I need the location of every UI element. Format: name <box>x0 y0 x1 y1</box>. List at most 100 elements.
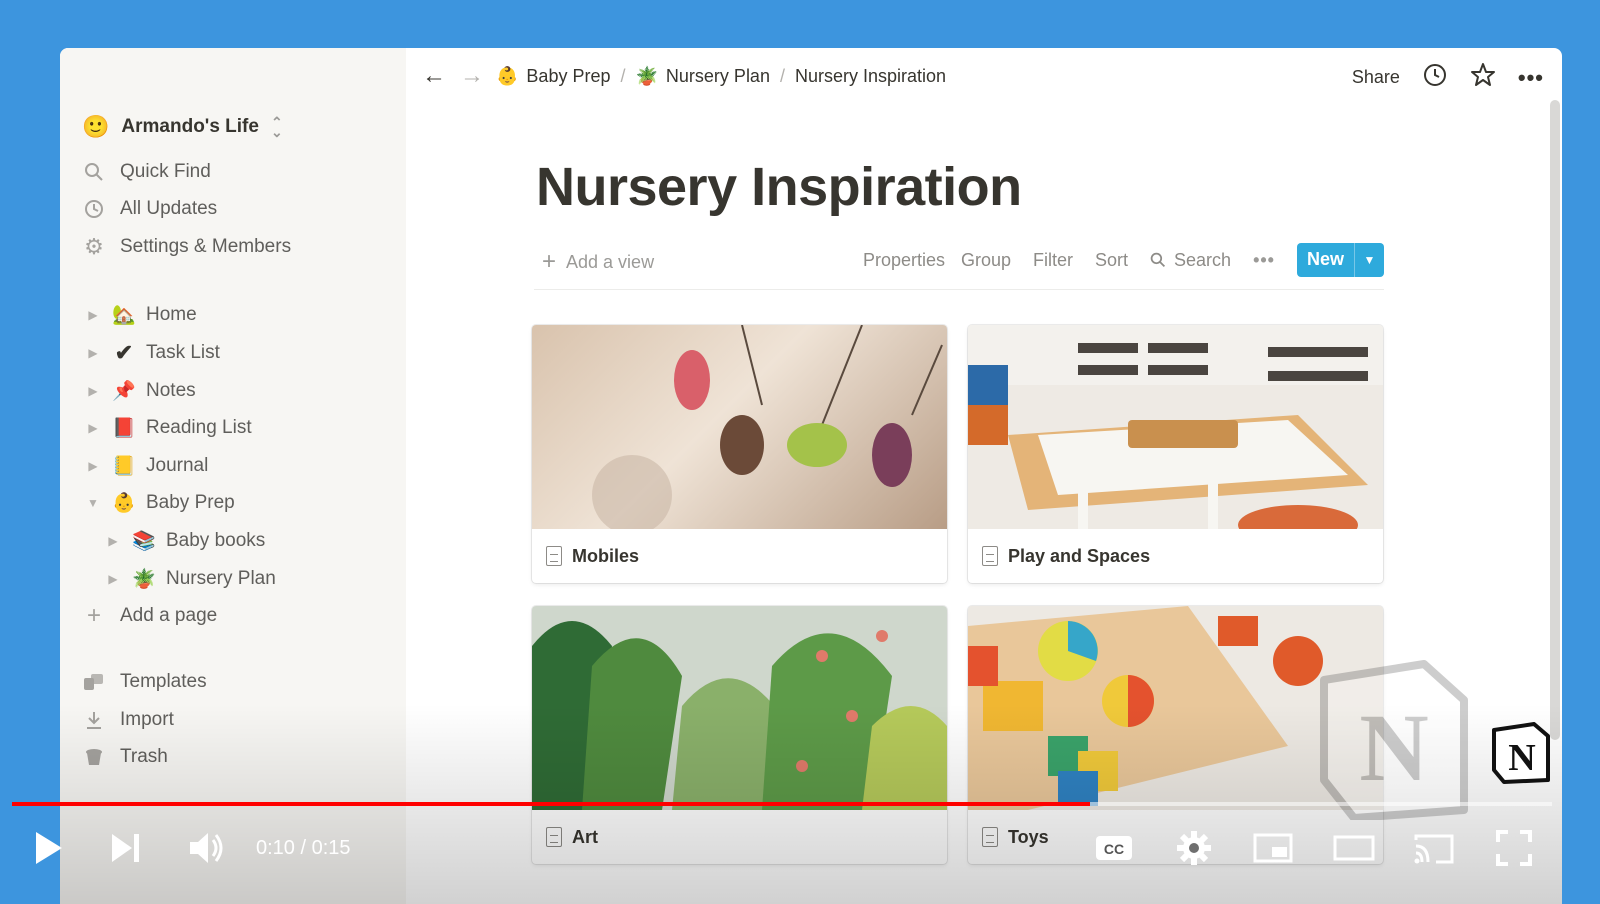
play-spaces-cover-image <box>968 325 1383 529</box>
history-icon[interactable] <box>1422 62 1448 93</box>
sidebar-item-settings[interactable]: ⚙ Settings & Members <box>82 232 291 262</box>
breadcrumb-separator: / <box>620 65 626 86</box>
sidebar-page-home[interactable]: ▶ 🏡 Home <box>86 300 196 330</box>
miniplayer-button[interactable] <box>1252 828 1294 868</box>
expand-arrow-icon[interactable]: ▶ <box>86 308 100 322</box>
sidebar-item-label: Trash <box>120 746 168 767</box>
breadcrumb-item-baby-prep[interactable]: 👶 Baby Prep <box>496 66 610 87</box>
pushpin-icon: 📌 <box>112 381 136 402</box>
expand-arrow-icon[interactable]: ▶ <box>86 459 100 473</box>
potted-plant-icon: 🪴 <box>635 65 658 86</box>
card-caption: Play and Spaces <box>968 529 1383 583</box>
sidebar-page-notes[interactable]: ▶ 📌 Notes <box>86 376 196 406</box>
sidebar-item-label: All Updates <box>120 198 218 219</box>
expand-arrow-icon[interactable]: ▶ <box>86 421 100 435</box>
expand-arrow-icon[interactable]: ▶ <box>106 572 120 586</box>
back-arrow-icon[interactable]: ← <box>420 62 448 90</box>
topbar: ← → 👶 Baby Prep / 🪴 Nursery Plan / Nurse… <box>406 48 1562 102</box>
add-page-label: Add a page <box>120 605 218 626</box>
settings-button[interactable] <box>1174 828 1214 868</box>
gallery-card-mobiles[interactable]: Mobiles <box>532 325 947 583</box>
star-icon[interactable] <box>1470 62 1496 93</box>
gear-icon: ⚙ <box>84 234 104 259</box>
add-page-button[interactable]: + Add a page <box>82 601 217 631</box>
topbar-actions: Share ••• <box>1352 62 1544 93</box>
filter-button[interactable]: Filter <box>1033 250 1073 271</box>
volume-icon <box>190 833 223 863</box>
video-progress-bar[interactable] <box>12 802 1552 806</box>
cast-icon <box>1414 834 1454 864</box>
gallery-card-play-and-spaces[interactable]: Play and Spaces <box>968 325 1383 583</box>
cast-button[interactable] <box>1412 828 1456 868</box>
expand-arrow-icon[interactable]: ▶ <box>106 534 120 548</box>
video-progress-played <box>12 802 1090 806</box>
sidebar-page-nursery-plan[interactable]: ▶ 🪴 Nursery Plan <box>106 564 276 594</box>
sidebar-page-task-list[interactable]: ▶ ✔ Task List <box>86 338 220 368</box>
sidebar-page-label: Baby books <box>166 530 266 551</box>
gear-icon <box>1177 831 1211 865</box>
sidebar-item-label: Settings & Members <box>120 236 292 257</box>
sidebar-page-baby-prep[interactable]: ▼ 👶 Baby Prep <box>86 488 235 518</box>
volume-button[interactable] <box>186 828 226 868</box>
checkmark-icon: ✔ <box>114 340 134 365</box>
sidebar-page-reading-list[interactable]: ▶ 📕 Reading List <box>86 413 252 443</box>
sidebar-page-baby-books[interactable]: ▶ 📚 Baby books <box>106 526 265 556</box>
play-button[interactable] <box>30 828 66 868</box>
view-toolbar: Properties Group Filter Sort Search ••• … <box>863 243 1384 277</box>
sidebar-item-trash[interactable]: Trash <box>82 742 168 772</box>
more-options-icon[interactable]: ••• <box>1518 65 1544 91</box>
sidebar-item-all-updates[interactable]: All Updates <box>82 194 217 224</box>
next-button[interactable] <box>108 828 144 868</box>
chevron-updown-icon: ⌃ ⌄ <box>270 114 283 140</box>
theater-icon <box>1333 835 1375 861</box>
forward-arrow-icon[interactable]: → <box>458 62 486 90</box>
card-caption: Mobiles <box>532 529 947 583</box>
sidebar-page-label: Task List <box>146 342 220 363</box>
workspace-switcher[interactable]: 🙂 Armando's Life ⌃ ⌄ <box>82 114 283 140</box>
sort-button[interactable]: Sort <box>1095 250 1128 271</box>
page-icon <box>982 546 998 566</box>
import-icon <box>82 708 106 732</box>
art-cover-image <box>532 606 947 810</box>
theater-mode-button[interactable] <box>1332 828 1376 868</box>
skip-next-icon <box>112 834 139 862</box>
sidebar-page-label: Nursery Plan <box>166 568 276 589</box>
sidebar-page-label: Baby Prep <box>146 492 235 513</box>
breadcrumb-label: Nursery Plan <box>665 65 770 86</box>
captions-button[interactable]: CC <box>1094 828 1134 868</box>
collapse-arrow-icon[interactable]: ▼ <box>86 496 100 510</box>
breadcrumb-item-nursery-plan[interactable]: 🪴 Nursery Plan <box>636 66 770 87</box>
scrollbar[interactable] <box>1550 100 1560 740</box>
sidebar-page-label: Reading List <box>146 417 252 438</box>
breadcrumb-item-nursery-inspiration[interactable]: Nursery Inspiration <box>795 66 946 87</box>
svg-text:CC: CC <box>1104 841 1124 857</box>
share-button[interactable]: Share <box>1352 67 1400 88</box>
database-view-bar: + Add a view Properties Group Filter Sor… <box>534 240 1384 290</box>
sidebar-item-quick-find[interactable]: Quick Find <box>82 157 211 187</box>
sidebar-item-label: Import <box>120 709 174 730</box>
house-icon: 🏡 <box>112 305 136 326</box>
chevron-down-icon[interactable]: ▼ <box>1354 243 1384 277</box>
expand-arrow-icon[interactable]: ▶ <box>86 384 100 398</box>
search-icon <box>1150 252 1166 268</box>
notebook-icon: 📒 <box>112 456 136 477</box>
sidebar-item-label: Quick Find <box>120 161 211 182</box>
more-options-icon[interactable]: ••• <box>1253 250 1275 271</box>
sidebar-item-import[interactable]: Import <box>82 705 174 735</box>
add-view-button[interactable]: + Add a view <box>542 248 654 276</box>
breadcrumb-label: Baby Prep <box>526 65 611 86</box>
properties-button[interactable]: Properties <box>863 250 945 271</box>
sidebar-page-journal[interactable]: ▶ 📒 Journal <box>86 451 208 481</box>
search-button[interactable]: Search <box>1150 250 1231 271</box>
baby-icon: 👶 <box>112 493 136 514</box>
sidebar-page-label: Journal <box>146 455 209 476</box>
group-button[interactable]: Group <box>961 250 1011 271</box>
fullscreen-button[interactable] <box>1494 828 1534 868</box>
cc-icon: CC <box>1096 836 1132 860</box>
new-button[interactable]: New ▼ <box>1296 243 1384 277</box>
expand-arrow-icon[interactable]: ▶ <box>86 346 100 360</box>
clock-icon <box>82 197 106 221</box>
sidebar-item-templates[interactable]: Templates <box>82 667 207 697</box>
page-title[interactable]: Nursery Inspiration <box>536 156 1022 218</box>
sidebar-page-label: Notes <box>146 380 196 401</box>
